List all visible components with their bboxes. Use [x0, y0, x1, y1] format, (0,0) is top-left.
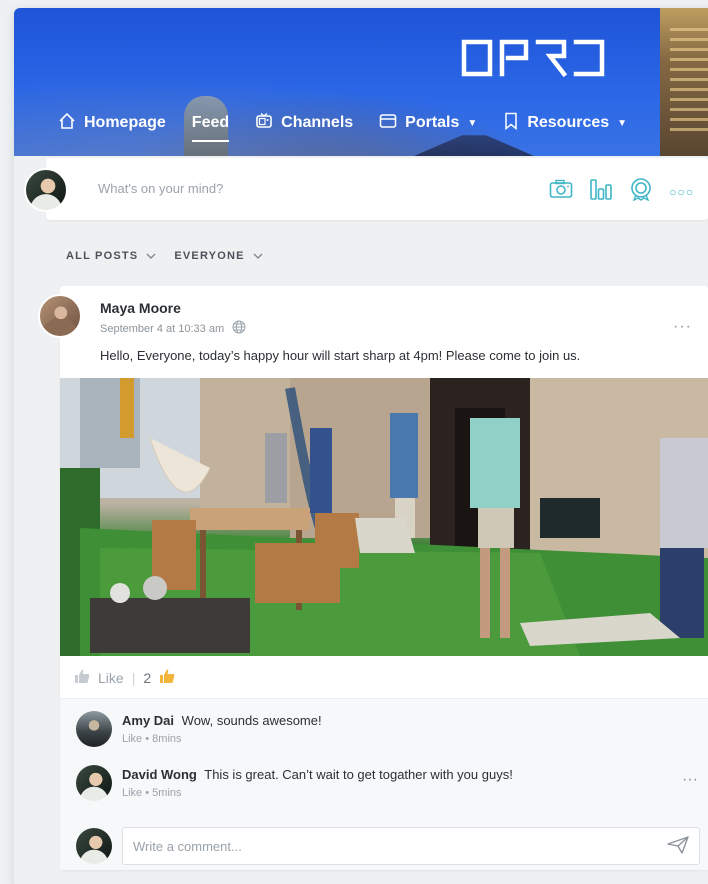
left-gutter	[14, 156, 60, 676]
nav-homepage-label: Homepage	[84, 114, 166, 131]
post-timestamp: September 4 at 10:33 am	[100, 320, 246, 337]
like-separator: |	[131, 669, 136, 686]
caret-down-icon: ▼	[617, 117, 628, 129]
poll-chart-icon[interactable]	[589, 177, 613, 206]
filter-everyone[interactable]: EVERYONE	[174, 250, 263, 262]
nav-feed-label: Feed	[191, 114, 230, 131]
filter-all-posts-label: ALL POSTS	[66, 250, 139, 262]
post-composer[interactable]: What's on your mind? ○○○	[24, 158, 708, 220]
globe-icon	[232, 320, 246, 337]
chevron-down-icon	[253, 251, 263, 262]
post-more-menu[interactable]: ···	[673, 318, 692, 336]
chevron-down-icon	[146, 251, 156, 262]
comment-more-menu[interactable]: ···	[682, 771, 698, 789]
avatar[interactable]	[38, 294, 82, 338]
header-bg-building	[660, 8, 708, 156]
comment-line: Amy Dai Wow, sounds awesome!	[122, 713, 322, 728]
post-card: Maya Moore September 4 at 10:33 am ··· H…	[38, 286, 708, 870]
camera-icon[interactable]	[549, 179, 573, 204]
feed-filters: ALL POSTS EVERYONE	[66, 250, 263, 262]
comment-item: Amy Dai Wow, sounds awesome! Like • 8min…	[76, 711, 322, 747]
comments-section: Amy Dai Wow, sounds awesome! Like • 8min…	[60, 698, 708, 870]
like-button[interactable]: Like	[98, 670, 124, 686]
composer-placeholder[interactable]: What's on your mind?	[98, 181, 223, 196]
avatar[interactable]	[76, 711, 112, 747]
avatar[interactable]	[76, 828, 112, 864]
comment-time: 5mins	[152, 787, 182, 799]
portal-window-icon	[379, 112, 405, 135]
comment-like-link[interactable]: Like	[122, 787, 142, 799]
nav-portals[interactable]: Portals ▼	[379, 108, 477, 138]
bookmark-icon	[503, 112, 527, 135]
nav-feed[interactable]: Feed	[191, 108, 230, 142]
badge-icon[interactable]	[629, 177, 653, 206]
post-photo[interactable]	[60, 378, 708, 656]
composer-tools: ○○○	[549, 177, 694, 206]
like-count[interactable]: 2	[143, 670, 151, 686]
comment-text: Wow, sounds awesome!	[181, 713, 322, 728]
nav-homepage[interactable]: Homepage	[58, 108, 166, 138]
post-author[interactable]: Maya Moore	[100, 300, 181, 316]
comment-author[interactable]: Amy Dai	[122, 713, 174, 728]
main-nav: Homepage Feed Channels Portals ▼ Resourc…	[58, 108, 653, 142]
send-icon[interactable]	[667, 835, 689, 857]
brand-logo[interactable]	[460, 38, 610, 78]
comment-line: David Wong This is great. Can’t wait to …	[122, 767, 513, 782]
comment-meta: Like • 5mins	[122, 787, 513, 799]
tv-icon	[255, 112, 281, 135]
nav-resources[interactable]: Resources ▼	[503, 108, 627, 138]
avatar[interactable]	[24, 168, 68, 212]
like-bar: Like | 2	[74, 668, 175, 687]
header-banner: Homepage Feed Channels Portals ▼ Resourc…	[14, 8, 708, 156]
liked-thumb-icon	[159, 668, 175, 687]
comment-meta: Like • 8mins	[122, 733, 322, 745]
comment-body: Amy Dai Wow, sounds awesome! Like • 8min…	[122, 713, 322, 747]
home-icon	[58, 112, 84, 135]
comment-input[interactable]: Write a comment...	[122, 827, 700, 865]
caret-down-icon: ▼	[467, 117, 478, 129]
filter-everyone-label: EVERYONE	[174, 250, 245, 262]
comment-like-link[interactable]: Like	[122, 733, 142, 745]
nav-channels[interactable]: Channels	[255, 108, 353, 138]
thumbs-up-icon[interactable]	[74, 668, 90, 687]
more-icon[interactable]: ○○○	[669, 185, 694, 199]
comment-body: David Wong This is great. Can’t wait to …	[122, 767, 513, 801]
comment-input-placeholder: Write a comment...	[133, 838, 242, 854]
comment-time: 8mins	[152, 733, 182, 745]
nav-channels-label: Channels	[281, 114, 354, 131]
post-text: Hello, Everyone, today’s happy hour will…	[100, 348, 581, 363]
nav-resources-label: Resources	[527, 114, 610, 131]
nav-portals-label: Portals	[405, 114, 460, 131]
comment-text: This is great. Can’t wait to get togathe…	[204, 767, 513, 782]
comment-compose-row: Write a comment...	[76, 827, 700, 865]
avatar[interactable]	[76, 765, 112, 801]
filter-all-posts[interactable]: ALL POSTS	[66, 250, 156, 262]
comment-author[interactable]: David Wong	[122, 767, 197, 782]
post-time-text: September 4 at 10:33 am	[100, 322, 225, 335]
comment-item: David Wong This is great. Can’t wait to …	[76, 765, 513, 801]
